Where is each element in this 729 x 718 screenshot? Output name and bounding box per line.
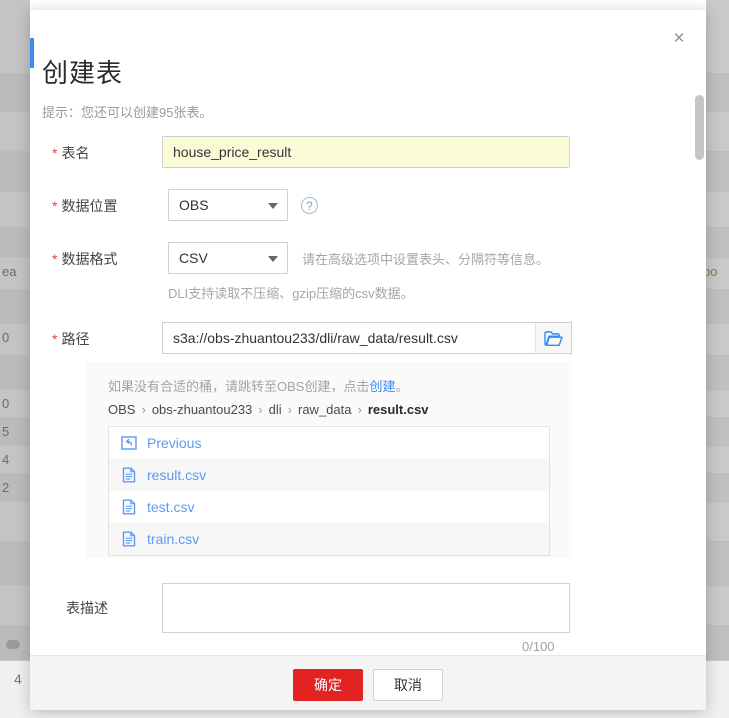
backdrop-cell: 0 [2,330,10,345]
create-bucket-link[interactable]: 创建 [369,379,395,394]
browse-folder-button[interactable] [535,323,571,353]
data-format-label: * 数据格式 [52,251,118,267]
dialog-scrollbar-thumb[interactable] [695,95,704,160]
breadcrumb-separator: › [141,402,146,417]
list-item-label: train.csv [147,531,200,547]
list-item[interactable]: test.csv [109,491,549,523]
backdrop-cell: ea [2,264,17,279]
path-label: * 路径 [52,331,90,347]
data-location-select[interactable]: OBS [168,189,288,221]
required-asterisk: * [52,251,58,267]
backdrop-cell: 5 [2,424,10,439]
required-asterisk: * [52,198,58,214]
breadcrumb-item[interactable]: raw_data [298,402,351,417]
quota-hint: 提示：您还可以创建95张表。 [42,105,213,120]
backdrop-cell: 0 [2,396,10,411]
required-asterisk: * [52,145,58,161]
bucket-hint-prefix: 如果没有合适的桶，请跳转至OBS创建，点击 [108,379,370,394]
list-item-label: Previous [147,435,202,451]
file-icon [122,467,136,483]
breadcrumb-item[interactable]: obs-zhuantou233 [152,402,252,417]
dialog-body: 创建表 提示：您还可以创建95张表。 *表名 *数据位置 OBS ? *数据格式 [30,10,706,655]
chevron-down-icon [268,203,278,209]
data-location-label: * 数据位置 [52,198,118,214]
bucket-hint: 如果没有合适的桶，请跳转至OBS创建，点击创建。 [108,376,409,395]
data-location-value: OBS [179,197,209,213]
description-label: 表描述 [66,600,108,616]
back-folder-icon [121,436,137,450]
data-format-sub-note: DLI支持读取不压缩、gzip压缩的csv数据。 [168,286,414,301]
breadcrumb-separator: › [357,402,362,417]
folder-open-icon [544,330,563,346]
list-item-label: test.csv [147,499,195,515]
file-icon [122,531,136,547]
list-item-label: result.csv [147,467,207,483]
question-mark-icon[interactable]: ? [301,197,318,214]
data-format-value: CSV [179,250,208,266]
file-list: Previous result.csv test.csv train.csv [108,426,550,556]
data-format-select[interactable]: CSV [168,242,288,274]
description-textarea[interactable] [162,583,570,633]
breadcrumb-separator: › [258,402,263,417]
file-icon [122,499,136,515]
table-name-label: * 表名 [52,145,90,161]
list-item[interactable]: train.csv [109,523,549,555]
list-item[interactable]: Previous [109,427,549,459]
breadcrumb-item[interactable]: OBS [108,402,135,417]
path-input-group [162,322,572,354]
backdrop-scroll-handle [6,640,20,649]
data-format-note: 请在高级选项中设置表头、分隔符等信息。 [302,252,550,267]
table-name-input[interactable] [162,136,570,168]
obs-browser-panel: 如果没有合适的桶，请跳转至OBS创建，点击创建。 OBS › obs-zhuanto… [86,362,572,558]
backdrop-cell: 2 [2,480,10,495]
backdrop-cell: 4 [2,452,10,467]
breadcrumb: OBS › obs-zhuantou233 › dli › raw_data › result.… [108,402,429,417]
chevron-down-icon [268,256,278,262]
list-item[interactable]: result.csv [109,459,549,491]
backdrop-footer-number: 4 [14,671,22,687]
path-input[interactable] [163,323,535,353]
description-char-counter: 0/100 [522,639,555,654]
breadcrumb-separator: › [287,402,292,417]
confirm-button[interactable]: 确定 [293,669,363,701]
cancel-button[interactable]: 取消 [373,669,443,701]
dialog-footer: 确定 取消 [30,655,706,710]
breadcrumb-item[interactable]: dli [269,402,282,417]
dialog-scrollbar-track[interactable] [694,10,706,710]
required-asterisk: * [52,331,58,347]
page-title: 创建表 [42,58,124,89]
bucket-hint-suffix: 。 [395,379,409,394]
create-table-dialog: × 创建表 提示：您还可以创建95张表。 *表名 *数据位置 OBS ? *数据 [30,10,706,710]
breadcrumb-item: result.csv [367,402,429,417]
